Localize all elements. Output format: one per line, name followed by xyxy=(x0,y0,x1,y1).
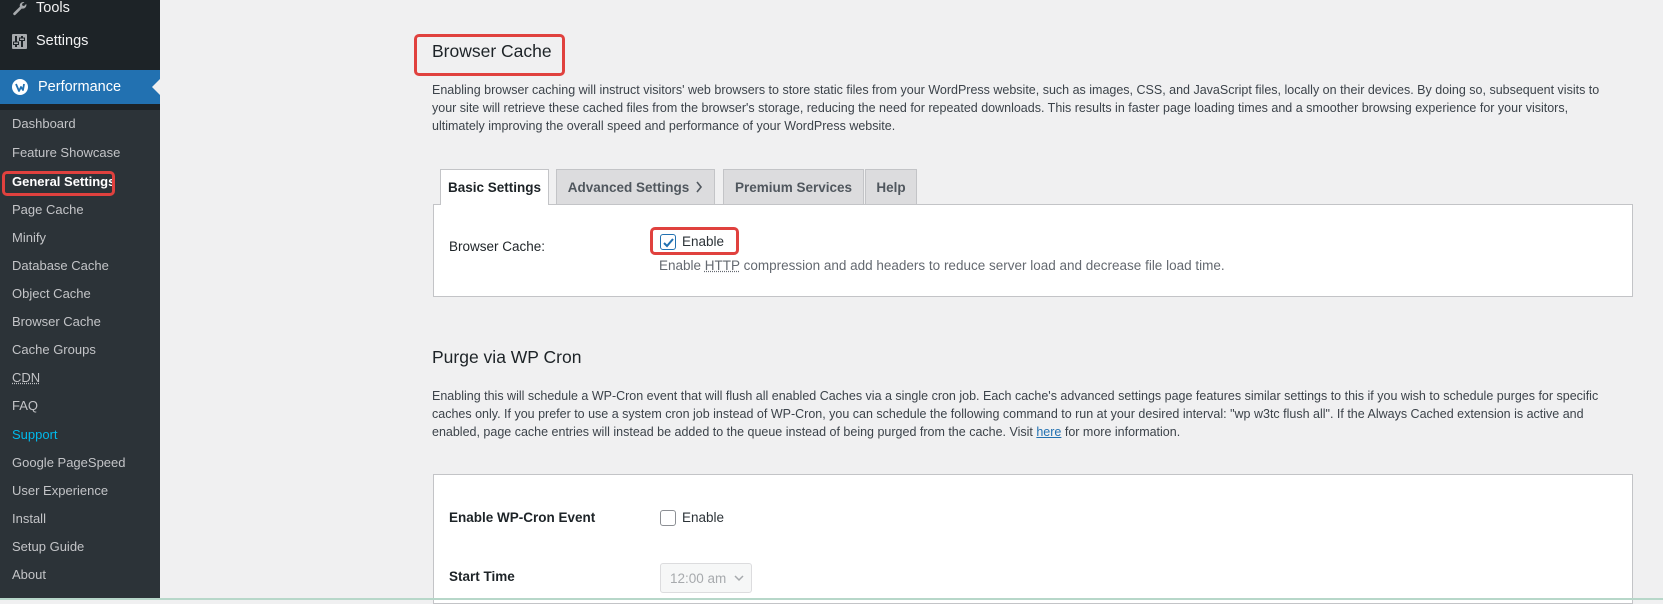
submenu-item-cdn[interactable]: CDN xyxy=(12,370,40,386)
here-link[interactable]: here xyxy=(1036,425,1061,439)
submenu-item-google-pagespeed[interactable]: Google PageSpeed xyxy=(12,455,125,471)
browser-cache-description-line-2: your site will retrieve these cached fil… xyxy=(432,101,1569,115)
chevron-right-icon xyxy=(695,181,703,193)
chevron-down-icon xyxy=(734,574,744,582)
start-time-label: Start Time xyxy=(449,569,515,584)
section-title-purge-wp-cron: Purge via WP Cron xyxy=(432,347,582,367)
desc-text: Enable xyxy=(659,258,705,273)
desc-text: for more information. xyxy=(1061,425,1181,439)
tab-help[interactable]: Help xyxy=(865,169,917,204)
admin-sidebar: Tools Settings Performance Dashboard Fea… xyxy=(0,0,160,600)
submenu-item-setup-guide[interactable]: Setup Guide xyxy=(12,539,84,555)
start-time-value: 12:00 am xyxy=(670,570,727,586)
wrench-icon xyxy=(10,0,28,17)
basic-settings-panel xyxy=(433,204,1633,297)
purge-description-line-3: enabled, page cache entries will instead… xyxy=(432,423,1180,441)
browser-cache-field-label: Browser Cache: xyxy=(449,239,546,254)
sidebar-item-performance[interactable]: Performance xyxy=(0,70,160,104)
sidebar-item-tools[interactable]: Tools xyxy=(0,0,160,25)
tab-label: Help xyxy=(876,179,906,195)
submenu-item-page-cache[interactable]: Page Cache xyxy=(12,202,84,218)
browser-cache-field-description: Enable HTTP compression and add headers … xyxy=(659,258,1225,273)
purge-description-line-2: caches only. If you prefer to use a syst… xyxy=(432,407,1584,421)
highlight-general-settings xyxy=(2,171,115,196)
tab-basic-settings[interactable]: Basic Settings xyxy=(440,169,549,205)
section-title-browser-cache: Browser Cache xyxy=(432,41,552,61)
submenu-item-browser-cache[interactable]: Browser Cache xyxy=(12,314,101,330)
submenu-item-install[interactable]: Install xyxy=(12,511,46,527)
submenu-item-user-experience[interactable]: User Experience xyxy=(12,483,108,499)
submenu-item-dashboard[interactable]: Dashboard xyxy=(12,116,76,132)
submenu-item-cache-groups[interactable]: Cache Groups xyxy=(12,342,96,358)
desc-text: compression and add headers to reduce se… xyxy=(739,258,1225,273)
tab-label: Premium Services xyxy=(734,179,853,195)
http-abbr: HTTP xyxy=(704,258,740,273)
submenu-item-database-cache[interactable]: Database Cache xyxy=(12,258,109,274)
submenu-item-faq[interactable]: FAQ xyxy=(12,398,38,414)
submenu-item-support[interactable]: Support xyxy=(12,427,58,443)
sidebar-item-label: Performance xyxy=(38,79,122,95)
main-content: Browser Cache Enabling browser caching w… xyxy=(160,0,1663,604)
wp-cron-enable-label[interactable]: Enable xyxy=(682,510,724,525)
submenu-item-object-cache[interactable]: Object Cache xyxy=(12,286,91,302)
checkmark-icon xyxy=(662,237,674,247)
desc-text: enabled, page cache entries will instead… xyxy=(432,425,1037,439)
submenu-item-about[interactable]: About xyxy=(12,567,46,583)
tab-label: Advanced Settings xyxy=(567,179,690,195)
sidebar-item-label: Settings xyxy=(36,33,89,49)
start-time-select[interactable]: 12:00 am xyxy=(660,563,752,593)
wp-cron-enable-checkbox[interactable] xyxy=(660,510,676,526)
current-menu-arrow xyxy=(152,79,160,95)
purge-description-line-1: Enabling this will schedule a WP-Cron ev… xyxy=(432,389,1599,403)
sidebar-item-settings[interactable]: Settings xyxy=(0,24,160,58)
enable-wp-cron-label: Enable WP-Cron Event xyxy=(449,510,596,525)
submenu-item-minify[interactable]: Minify xyxy=(12,230,46,246)
tab-label: Basic Settings xyxy=(447,180,542,195)
browser-cache-enable-checkbox[interactable] xyxy=(660,234,676,250)
wp-cron-panel xyxy=(433,474,1633,604)
browser-cache-description-line-1: Enabling browser caching will instruct v… xyxy=(432,83,1600,97)
sidebar-item-label: Tools xyxy=(36,0,70,16)
browser-cache-description-line-3: ultimately improving the overall speed a… xyxy=(432,119,896,133)
settings-sliders-icon xyxy=(10,32,28,50)
tab-premium-services[interactable]: Premium Services xyxy=(723,169,864,204)
w3tc-logo-icon xyxy=(10,77,30,97)
browser-cache-enable-label[interactable]: Enable xyxy=(682,234,724,249)
tab-advanced-settings[interactable]: Advanced Settings xyxy=(556,169,715,204)
submenu-item-feature-showcase[interactable]: Feature Showcase xyxy=(12,145,120,161)
